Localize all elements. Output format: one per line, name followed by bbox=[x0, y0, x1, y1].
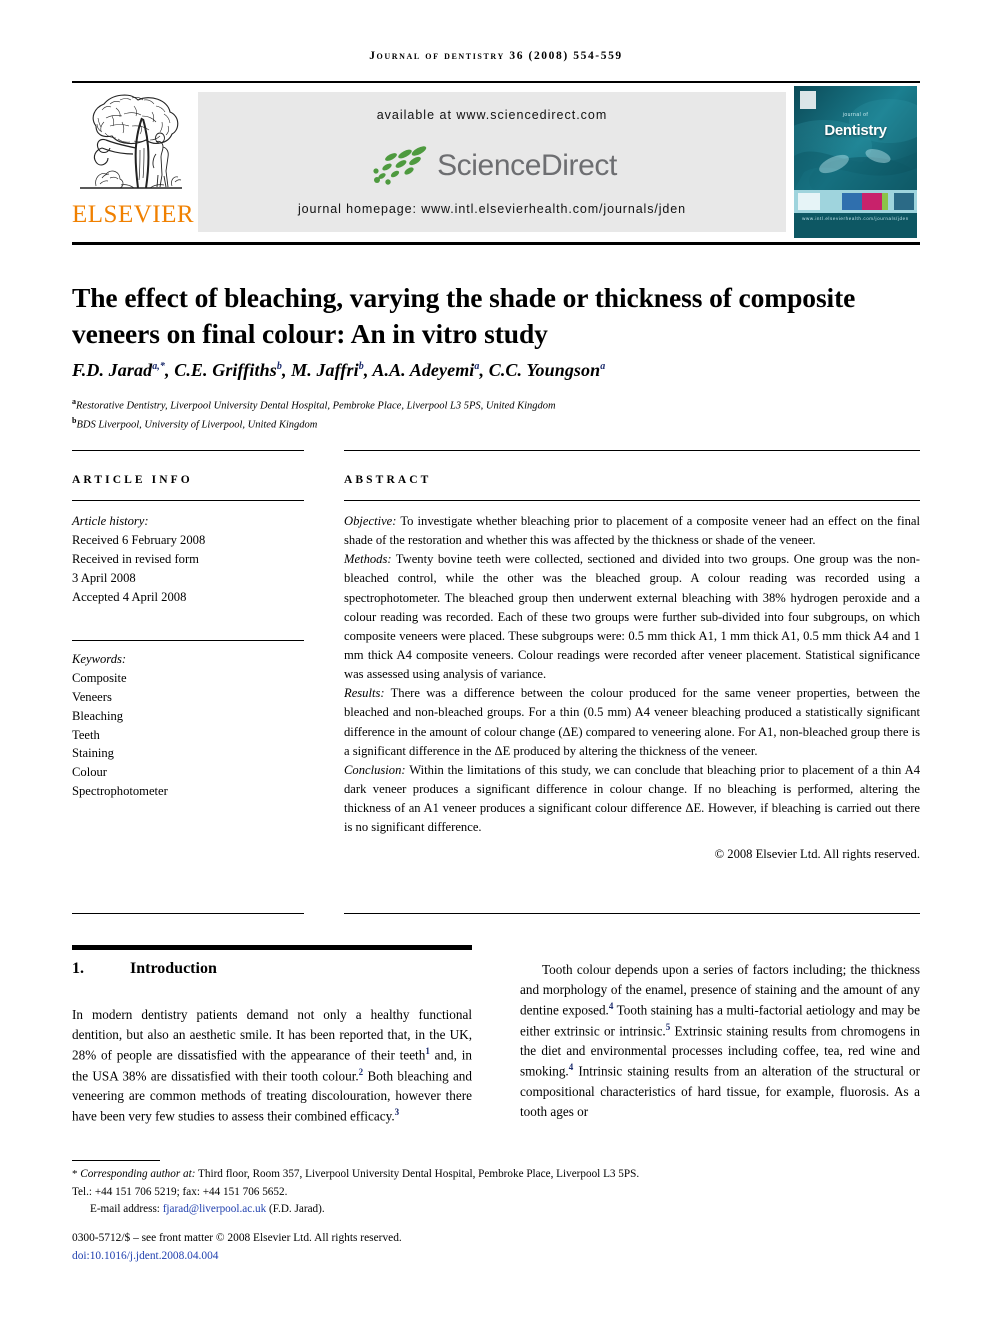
section-thick-rule bbox=[72, 945, 472, 950]
author-list: F.D. Jarada,*, C.E. Griffithsb, M. Jaffr… bbox=[72, 360, 606, 380]
affiliation-line: bBDS Liverpool, University of Liverpool,… bbox=[72, 415, 912, 434]
sciencedirect-wordmark: ScienceDirect bbox=[437, 149, 617, 182]
abstract-section: Objective: To investigate whether bleach… bbox=[344, 512, 920, 550]
masthead-bottom-rule bbox=[72, 242, 920, 245]
masthead: ELSEVIER available at www.sciencedirect.… bbox=[72, 86, 920, 238]
sciencedirect-band: available at www.sciencedirect.com Scien… bbox=[198, 92, 786, 232]
elsevier-wordmark: ELSEVIER bbox=[72, 201, 195, 228]
article-info-bottom-rule bbox=[72, 913, 304, 915]
email-link[interactable]: fjarad@liverpool.ac.uk bbox=[163, 1203, 267, 1215]
abstract-body: Objective: To investigate whether bleach… bbox=[344, 512, 920, 865]
abstract-copyright: © 2008 Elsevier Ltd. All rights reserved… bbox=[714, 847, 920, 862]
abstract-header: ABSTRACT bbox=[344, 474, 432, 486]
author-affiliation-mark: b bbox=[276, 361, 282, 372]
author-affiliation-mark: a bbox=[474, 361, 480, 372]
sciencedirect-logo: ScienceDirect bbox=[198, 138, 786, 194]
affiliation-text: BDS Liverpool, University of Liverpool, … bbox=[76, 419, 318, 431]
keywords-list: Keywords: Composite Veneers Bleaching Teeth S… bbox=[72, 650, 312, 801]
abstract-section-label: Objective: bbox=[344, 514, 397, 528]
paragraph: Tooth colour depends upon a series of fa… bbox=[520, 960, 920, 1122]
author-affiliation-mark: b bbox=[358, 361, 364, 372]
abstract-top-rule bbox=[344, 450, 920, 452]
abstract-section-label: Conclusion: bbox=[344, 762, 406, 777]
corresponding-marker: * bbox=[72, 1168, 81, 1180]
keyword-item: Bleaching bbox=[72, 708, 124, 723]
article-history-line: Accepted 4 April 2008 bbox=[72, 589, 187, 604]
reference-marker[interactable]: 3 bbox=[395, 1107, 400, 1117]
abstract-section: Conclusion: Within the limitations of th… bbox=[344, 761, 920, 838]
corresponding-label: Corresponding author at: bbox=[80, 1168, 196, 1180]
affiliation-list: aRestorative Dentistry, Liverpool Univer… bbox=[72, 396, 912, 434]
sciencedirect-leaves-icon bbox=[373, 146, 427, 185]
article-history-line: Received 6 February 2008 bbox=[72, 532, 206, 547]
page-title: The effect of bleaching, varying the sha… bbox=[72, 282, 856, 350]
abstract-section-label: Results: bbox=[344, 686, 385, 701]
journal-running-head: Journal of Dentistry 36 (2008) 554-559 bbox=[369, 50, 623, 62]
corresponding-author-line: * Corresponding author at: Third floor, … bbox=[72, 1166, 920, 1184]
keyword-item: Teeth bbox=[72, 727, 100, 742]
cover-issn: journal of bbox=[842, 112, 869, 118]
abstract-underline bbox=[344, 500, 920, 502]
keywords-top-rule bbox=[72, 640, 304, 642]
author-affiliation-mark: a,* bbox=[152, 361, 166, 372]
intro-left-column: In modern dentistry patients demand not … bbox=[72, 1005, 472, 1127]
elsevier-tree-icon bbox=[76, 88, 186, 200]
abstract-section-label: Methods: bbox=[344, 552, 392, 567]
cover-footer-url: www.intl.elsevierhealth.com/journals/jde… bbox=[802, 216, 909, 221]
issn-frontmatter-line: 0300-5712/$ – see front matter © 2008 El… bbox=[72, 1232, 402, 1244]
telephone-fax-line: Tel.: +44 151 706 5219; fax: +44 151 706… bbox=[72, 1185, 288, 1198]
footnote-block: * Corresponding author at: Third floor, … bbox=[72, 1166, 920, 1219]
cover-title: Dentistry bbox=[824, 122, 887, 139]
keyword-item: Spectrophotometer bbox=[72, 784, 168, 799]
section-heading-introduction: 1. Introduction bbox=[72, 960, 217, 978]
keyword-item: Staining bbox=[72, 746, 114, 761]
author-name: C.E. Griffiths bbox=[174, 360, 277, 380]
keyword-item: Colour bbox=[72, 765, 107, 780]
keyword-item: Veneers bbox=[72, 689, 112, 704]
author-affiliation-mark: a bbox=[600, 361, 606, 372]
article-info-top-rule bbox=[72, 450, 304, 452]
abstract-section-text: Twenty bovine teeth were collected, sect… bbox=[344, 552, 920, 682]
email-owner: (F.D. Jarad). bbox=[266, 1203, 325, 1216]
corresponding-address: Third floor, Room 357, Liverpool Univers… bbox=[195, 1168, 640, 1180]
author-name: F.D. Jarad bbox=[72, 360, 153, 380]
affiliation-line: aRestorative Dentistry, Liverpool Univer… bbox=[72, 396, 912, 415]
available-at-text: available at www.sciencedirect.com bbox=[376, 108, 608, 122]
author-name: C.C. Youngson bbox=[488, 360, 601, 380]
paragraph: In modern dentistry patients demand not … bbox=[72, 1005, 472, 1127]
article-history-line: Received in revised form bbox=[72, 551, 199, 566]
article-history-label: Article history: bbox=[72, 514, 149, 528]
paragraph-text: Intrinsic staining results from an alter… bbox=[520, 1063, 920, 1119]
issn-doi-block: 0300-5712/$ – see front matter © 2008 El… bbox=[72, 1229, 920, 1265]
email-label: E-mail address: bbox=[90, 1203, 163, 1216]
section-number: 1. bbox=[72, 960, 84, 977]
article-info-underline bbox=[72, 500, 304, 502]
article-history: Article history: Received 6 February 2008… bbox=[72, 512, 312, 606]
top-rule bbox=[72, 81, 920, 83]
email-line: E-mail address: fjarad@liverpool.ac.uk (… bbox=[72, 1201, 920, 1219]
section-title: Introduction bbox=[130, 960, 217, 977]
author-name: A.A. Adeyemi bbox=[372, 360, 475, 380]
article-page: Journal of Dentistry 36 (2008) 554-559 bbox=[0, 0, 992, 1323]
abstract-section-text: Within the limitations of this study, we… bbox=[344, 762, 920, 835]
journal-cover-thumbnail: journal of Dentistry www.intl.elsevierhe… bbox=[794, 86, 917, 238]
abstract-section-text: To investigate whether bleaching prior t… bbox=[344, 514, 920, 548]
intro-right-column: Tooth colour depends upon a series of fa… bbox=[520, 960, 920, 1122]
keywords-label: Keywords: bbox=[72, 652, 127, 666]
journal-homepage-text: journal homepage: www.intl.elsevierhealt… bbox=[297, 202, 686, 216]
article-history-line: 3 April 2008 bbox=[72, 570, 136, 585]
doi-line[interactable]: doi:10.1016/j.jdent.2008.04.004 bbox=[72, 1247, 920, 1265]
article-info-header: ARTICLE INFO bbox=[72, 474, 193, 486]
paragraph-text: In modern dentistry patients demand not … bbox=[72, 1007, 472, 1063]
abstract-section-text: There was a difference between the colou… bbox=[344, 686, 920, 758]
keyword-item: Composite bbox=[72, 670, 127, 685]
affiliation-text: Restorative Dentistry, Liverpool Univers… bbox=[76, 400, 556, 412]
elsevier-logo: ELSEVIER bbox=[72, 88, 195, 238]
author-name: M. Jaffri bbox=[291, 360, 359, 380]
abstract-bottom-rule bbox=[344, 913, 920, 915]
footnote-rule bbox=[72, 1160, 160, 1162]
abstract-section: Methods: Twenty bovine teeth were collec… bbox=[344, 550, 920, 684]
abstract-section: Results: There was a difference between … bbox=[344, 684, 920, 761]
